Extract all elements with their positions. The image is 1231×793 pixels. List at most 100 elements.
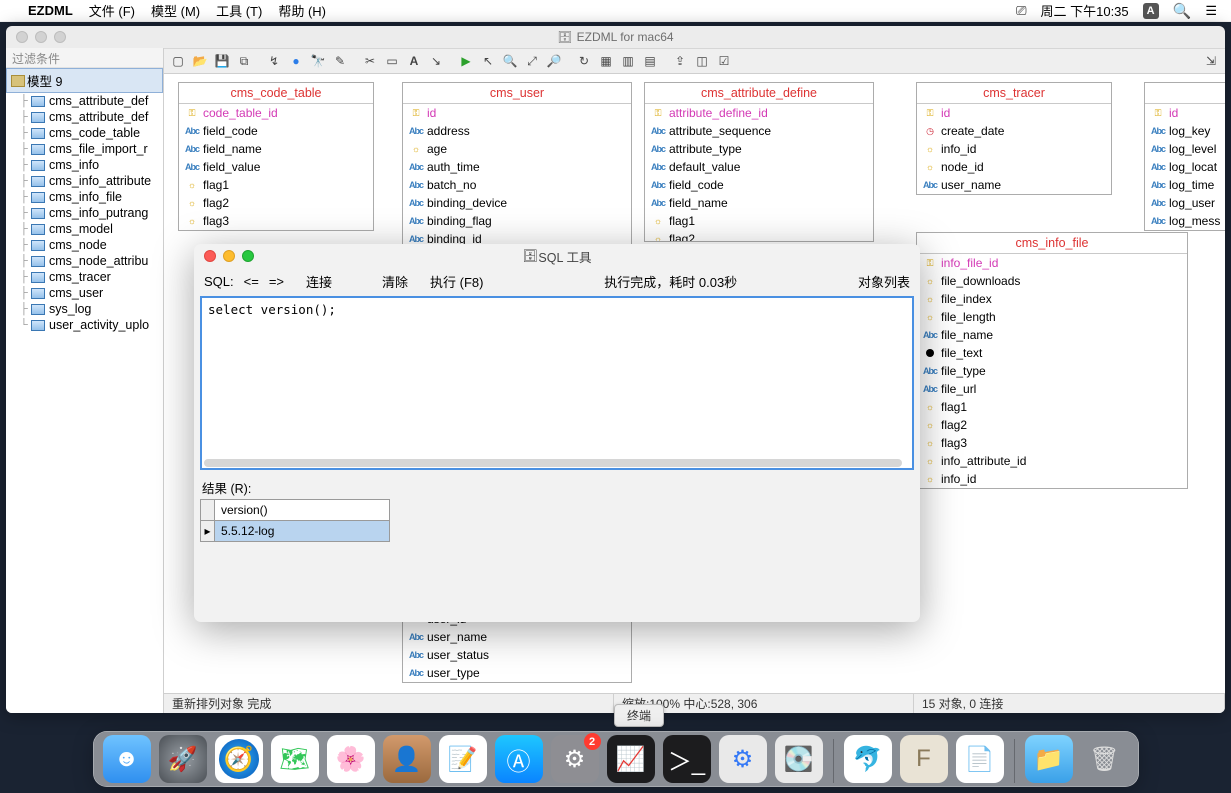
entity-field[interactable]: ◷create_date <box>917 122 1111 140</box>
pointer-icon[interactable]: ↖ <box>478 51 498 71</box>
entity-field[interactable]: Abclog_key <box>1145 122 1225 140</box>
settings-icon[interactable]: ⚙2 <box>551 735 599 783</box>
object-list-button[interactable]: 对象列表 <box>858 272 910 291</box>
entity-field[interactable]: Abclog_locat <box>1145 158 1225 176</box>
spotlight-icon[interactable]: 🔍 <box>1173 2 1192 20</box>
window-icon[interactable]: ◫ <box>692 51 712 71</box>
entity-field[interactable]: ☼flag1 <box>917 398 1187 416</box>
entity-field[interactable]: ☼flag2 <box>645 230 873 242</box>
clear-button[interactable]: 清除 <box>382 272 408 291</box>
entity-field[interactable]: Abclog_mess <box>1145 212 1225 230</box>
entity-cms-user[interactable]: cms_user ⚿id Abcaddress☼ageAbcauth_timeA… <box>402 82 632 267</box>
entity-field[interactable]: ☼file_length <box>917 308 1187 326</box>
entity-field[interactable]: Abcuser_name <box>917 176 1111 194</box>
notes-icon[interactable]: 📝 <box>439 735 487 783</box>
entity-field[interactable]: Abclog_time <box>1145 176 1225 194</box>
zoom-light[interactable] <box>54 31 66 43</box>
tree-item[interactable]: ├cms_node_attribu <box>6 253 163 269</box>
refresh-icon[interactable]: ↻ <box>574 51 594 71</box>
entity-field[interactable]: Abclog_user <box>1145 194 1225 212</box>
menu-tools[interactable]: 工具 (T) <box>216 1 262 20</box>
entity-cms-tracer[interactable]: cms_tracer ⚿id ◷create_date☼info_id☼node… <box>916 82 1112 195</box>
tree-item[interactable]: ├cms_node <box>6 237 163 253</box>
automator-icon[interactable]: ⚙ <box>719 735 767 783</box>
cut-icon[interactable]: ✂ <box>360 51 380 71</box>
entity-field[interactable]: Abcfile_name <box>917 326 1187 344</box>
run-icon[interactable]: ▶ <box>456 51 476 71</box>
activity-icon[interactable]: 📈 <box>607 735 655 783</box>
tree-item[interactable]: ├cms_info_putrang <box>6 205 163 221</box>
grid3-icon[interactable]: ▤ <box>640 51 660 71</box>
tree-item[interactable]: ├cms_attribute_def <box>6 109 163 125</box>
entity-field[interactable]: Abcattribute_type <box>645 140 873 158</box>
zoom-out-icon[interactable]: 🔎 <box>544 51 564 71</box>
sql-editor[interactable] <box>202 298 912 456</box>
safari-icon[interactable]: 🧭 <box>215 735 263 783</box>
entity-field[interactable]: ☼file_downloads <box>917 272 1187 290</box>
entity-field[interactable]: Abcuser_status <box>403 646 631 664</box>
tree-item[interactable]: ├cms_info_file <box>6 189 163 205</box>
entity-cms-info-file[interactable]: cms_info_file ⚿info_file_id ☼file_downlo… <box>916 232 1188 489</box>
checklist-icon[interactable]: ☑ <box>714 51 734 71</box>
entity-icon[interactable]: ▭ <box>382 51 402 71</box>
entity-field[interactable]: Abcfile_url <box>917 380 1187 398</box>
entity-field[interactable]: Abcuser_type <box>403 664 631 682</box>
entity-field[interactable]: ☼flag3 <box>917 434 1187 452</box>
next-button[interactable]: => <box>269 274 284 289</box>
tree-root[interactable]: 模型 9 <box>6 68 163 93</box>
textedit-icon[interactable]: 📄 <box>956 735 1004 783</box>
photos-icon[interactable]: 🌸 <box>327 735 375 783</box>
contacts-icon[interactable]: 👤 <box>383 735 431 783</box>
tree-item[interactable]: ├cms_attribute_def <box>6 93 163 109</box>
grid2-icon[interactable]: ▥ <box>618 51 638 71</box>
entity-field[interactable]: Abcfield_value <box>179 158 373 176</box>
finder-icon[interactable]: ☻ <box>103 735 151 783</box>
prev-button[interactable]: <= <box>244 274 259 289</box>
terminal-icon[interactable]: ＞_ <box>663 735 711 783</box>
control-center-icon[interactable]: ☰ <box>1205 3 1217 19</box>
tree-item[interactable]: ├cms_code_table <box>6 125 163 141</box>
entity-field[interactable]: Abcauth_time <box>403 158 631 176</box>
clock[interactable]: 周二 下午10:35 <box>1041 1 1129 20</box>
entity-field[interactable]: ☼info_attribute_id <box>917 452 1187 470</box>
close-light[interactable] <box>16 31 28 43</box>
launchpad-icon[interactable]: 🚀 <box>159 735 207 783</box>
connect-button[interactable]: 连接 <box>306 272 332 291</box>
tree-item[interactable]: ├cms_user <box>6 285 163 301</box>
entity-field[interactable]: ☼flag1 <box>179 176 373 194</box>
entity-field[interactable]: ☼flag2 <box>179 194 373 212</box>
dialog-zoom-light[interactable] <box>242 250 254 262</box>
appstore-icon[interactable]: Ⓐ <box>495 735 543 783</box>
menu-model[interactable]: 模型 (M) <box>151 1 200 20</box>
entity-field[interactable]: Abcfile_type <box>917 362 1187 380</box>
run-button[interactable]: 执行 (F8) <box>430 272 483 291</box>
binoculars-icon[interactable]: 🔭 <box>308 51 328 71</box>
tree-item[interactable]: ├cms_tracer <box>6 269 163 285</box>
collapse-icon[interactable]: ⇲ <box>1201 51 1221 71</box>
zoom-in-icon[interactable]: 🔍 <box>500 51 520 71</box>
maps-icon[interactable]: 🗺 <box>271 735 319 783</box>
entity-cms-attribute-define[interactable]: cms_attribute_define ⚿attribute_define_i… <box>644 82 874 242</box>
entity-field[interactable]: Abcfield_name <box>179 140 373 158</box>
minimize-light[interactable] <box>35 31 47 43</box>
entity-field[interactable]: ☼flag2 <box>917 416 1187 434</box>
entity-field[interactable]: Abclog_level <box>1145 140 1225 158</box>
entity-field[interactable]: ☼info_id <box>917 140 1111 158</box>
entity-sys-log[interactable]: ⚿id Abclog_keyAbclog_levelAbclog_locatAb… <box>1144 82 1225 231</box>
horizontal-scrollbar[interactable] <box>204 459 902 467</box>
trash-icon[interactable]: 🗑 <box>1081 735 1129 783</box>
entity-field[interactable]: Abcattribute_sequence <box>645 122 873 140</box>
entity-field[interactable]: Abcdefault_value <box>645 158 873 176</box>
entity-field[interactable]: file_text <box>917 344 1187 362</box>
mysql-icon[interactable]: 🐬 <box>844 735 892 783</box>
copy-icon[interactable]: ⧉ <box>234 51 254 71</box>
link-icon[interactable]: ↯ <box>264 51 284 71</box>
dialog-close-light[interactable] <box>204 250 216 262</box>
entity-field[interactable]: Abcbinding_device <box>403 194 631 212</box>
tree-item[interactable]: ├sys_log <box>6 301 163 317</box>
entity-field[interactable]: Abcfield_name <box>645 194 873 212</box>
globe-icon[interactable]: ● <box>286 51 306 71</box>
menu-help[interactable]: 帮助 (H) <box>278 1 326 20</box>
tree-item[interactable]: ├cms_info <box>6 157 163 173</box>
connector-icon[interactable]: ↘ <box>426 51 446 71</box>
